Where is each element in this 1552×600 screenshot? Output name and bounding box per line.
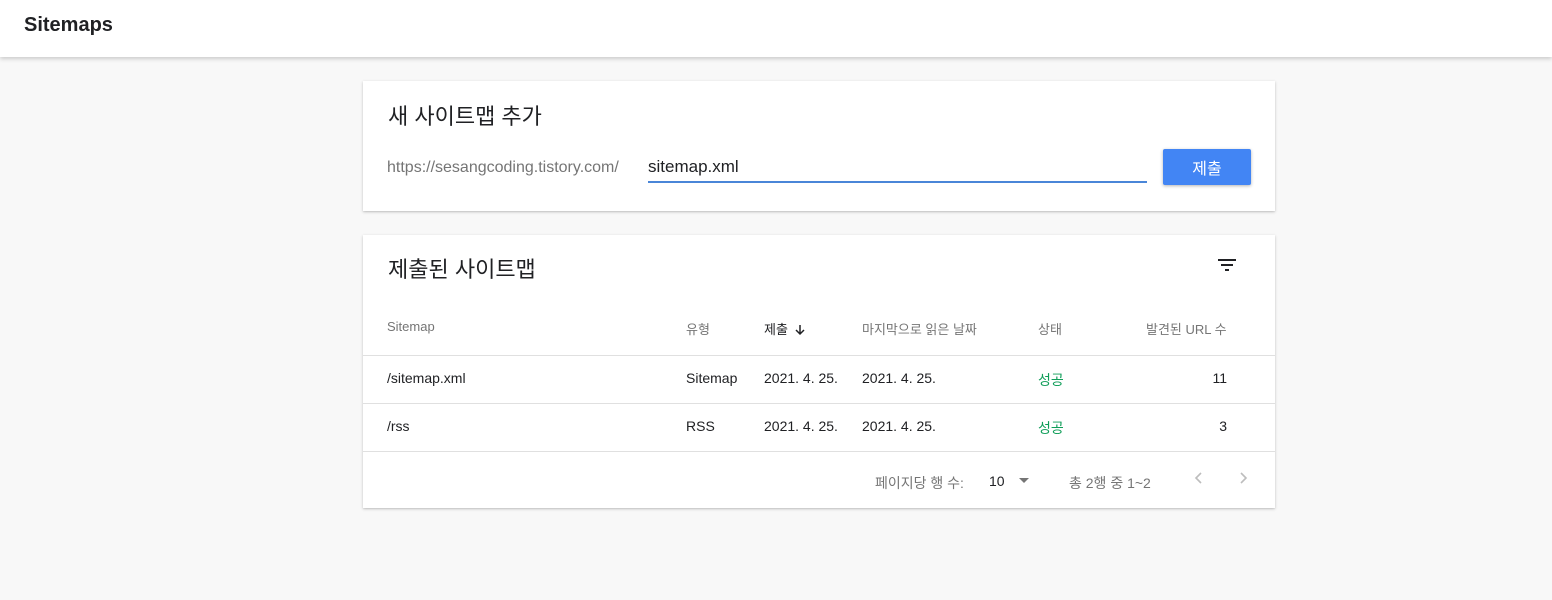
submitted-sitemaps-card: 제출된 사이트맵 Sitemap 유형 제출 마지막으로 읽은 날짜 상태 발견… bbox=[363, 235, 1275, 508]
rows-per-page-select[interactable]: 10 bbox=[989, 467, 1037, 493]
cell-last-read: 2021. 4. 25. bbox=[862, 370, 936, 386]
table-footer-divider bbox=[363, 451, 1275, 452]
cell-urls-found: 3 bbox=[1219, 418, 1227, 434]
submitted-sitemaps-title: 제출된 사이트맵 bbox=[388, 257, 536, 282]
arrow-down-icon bbox=[795, 325, 805, 336]
cell-submitted: 2021. 4. 25. bbox=[764, 370, 838, 386]
add-sitemap-card: 새 사이트맵 추가 https://sesangcoding.tistory.c… bbox=[363, 81, 1275, 211]
column-header-status[interactable]: 상태 bbox=[1038, 319, 1062, 338]
submit-button[interactable]: 제출 bbox=[1163, 149, 1251, 185]
cell-type: RSS bbox=[686, 418, 715, 434]
table-row[interactable]: /sitemap.xml Sitemap 2021. 4. 25. 2021. … bbox=[363, 355, 1275, 403]
table-row[interactable]: /rss RSS 2021. 4. 25. 2021. 4. 25. 성공 3 bbox=[363, 403, 1275, 451]
column-header-last-read[interactable]: 마지막으로 읽은 날짜 bbox=[862, 319, 977, 338]
status-badge: 성공 bbox=[1038, 420, 1064, 436]
column-header-submitted[interactable]: 제출 bbox=[764, 319, 806, 338]
pagination-range: 총 2행 중 1~2 bbox=[1069, 475, 1151, 491]
cell-last-read: 2021. 4. 25. bbox=[862, 418, 936, 434]
rows-per-page-value: 10 bbox=[989, 473, 1005, 489]
column-header-sitemap[interactable]: Sitemap bbox=[387, 319, 435, 334]
page-title: Sitemaps bbox=[24, 14, 113, 36]
cell-urls-found: 11 bbox=[1212, 370, 1227, 386]
cell-sitemap: /rss bbox=[387, 418, 410, 434]
sitemap-url-input[interactable] bbox=[648, 155, 1147, 183]
column-header-urls-found[interactable]: 발견된 URL 수 bbox=[1146, 319, 1227, 338]
add-sitemap-title: 새 사이트맵 추가 bbox=[388, 104, 542, 129]
chevron-left-icon[interactable] bbox=[1187, 467, 1211, 491]
url-prefix: https://sesangcoding.tistory.com/ bbox=[387, 159, 619, 176]
top-app-bar: Sitemaps bbox=[0, 0, 1552, 57]
column-header-type[interactable]: 유형 bbox=[686, 319, 710, 338]
status-badge: 성공 bbox=[1038, 372, 1064, 388]
cell-type: Sitemap bbox=[686, 370, 738, 386]
chevron-right-icon[interactable] bbox=[1231, 467, 1255, 491]
rows-per-page-label: 페이지당 행 수: bbox=[875, 475, 964, 491]
cell-submitted: 2021. 4. 25. bbox=[764, 418, 838, 434]
column-header-submitted-label: 제출 bbox=[764, 322, 788, 337]
filter-icon[interactable] bbox=[1215, 253, 1239, 277]
cell-sitemap: /sitemap.xml bbox=[387, 370, 466, 386]
caret-down-icon bbox=[1019, 478, 1029, 483]
